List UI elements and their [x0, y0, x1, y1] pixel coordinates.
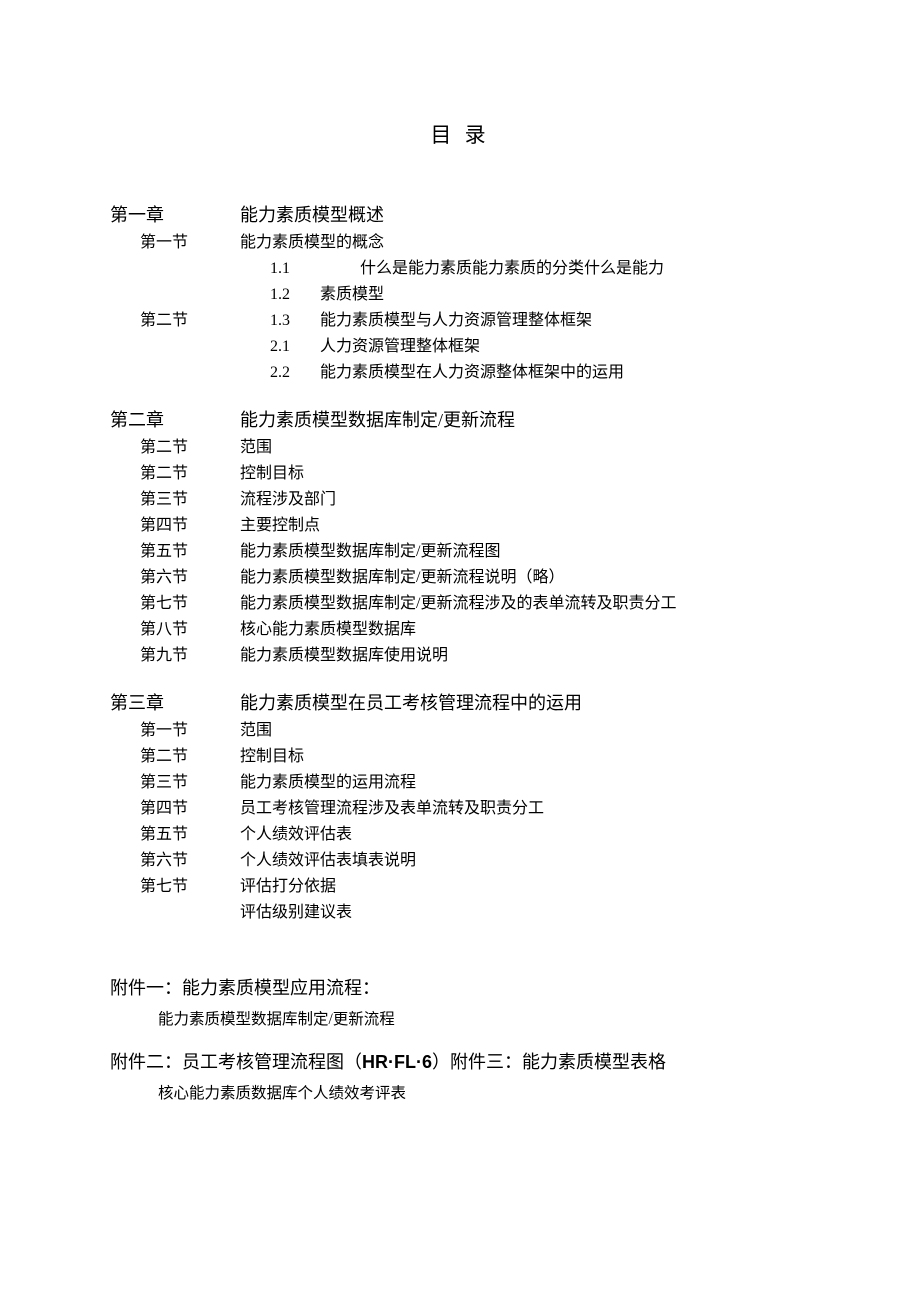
section-label: 第四节 — [140, 797, 240, 821]
section-label: 第一节 — [140, 719, 240, 743]
section-row: 第六节 个人绩效评估表填表说明 — [110, 849, 810, 873]
section-row: 第七节 能力素质模型数据库制定/更新流程涉及的表单流转及职责分工 — [110, 592, 810, 616]
section-row: 第八节 核心能力素质模型数据库 — [110, 618, 810, 642]
section-label: 第四节 — [140, 514, 240, 538]
section-text: 评估级别建议表 — [240, 901, 352, 925]
page-body: 目 录 第一章 能力素质模型概述 第一节 能力素质模型的概念 1.1 什么是能力… — [0, 0, 920, 1185]
section-row: 第一节 范围 — [110, 719, 810, 743]
section-label: 第七节 — [140, 592, 240, 616]
numbered-row: 1.2 素质模型 — [110, 283, 810, 307]
section-row: 第二节 控制目标 — [110, 745, 810, 769]
section-label: 第六节 — [140, 566, 240, 590]
number-text: 素质模型 — [320, 283, 384, 307]
section-label: 第六节 — [140, 849, 240, 873]
number-label: 2.2 — [270, 361, 320, 385]
section-row: 第一节 能力素质模型的概念 — [110, 231, 810, 255]
attachment-post: ）附件三：能力素质模型表格 — [432, 1052, 666, 1072]
number-text: 能力素质模型在人力资源整体框架中的运用 — [320, 361, 624, 385]
chapter-text: 能力素质模型在员工考核管理流程中的运用 — [240, 690, 582, 717]
section-row: 第二节 控制目标 — [110, 462, 810, 486]
section-text: 员工考核管理流程涉及表单流转及职责分工 — [240, 797, 544, 821]
attachment-sub: 核心能力素质数据库个人绩效考评表 — [158, 1082, 810, 1105]
section-label: 第八节 — [140, 618, 240, 642]
section-text: 能力素质模型的概念 — [240, 231, 384, 255]
section-text: 控制目标 — [240, 462, 304, 486]
section-row: 第二节 范围 — [110, 436, 810, 460]
section-text: 个人绩效评估表 — [240, 823, 352, 847]
attachment-line: 附件一：能力素质模型应用流程： — [110, 975, 810, 1002]
section-row: 第三节 流程涉及部门 — [110, 488, 810, 512]
chapter-label: 第三章 — [110, 690, 240, 717]
section-label: 第二节 — [140, 462, 240, 486]
section-row: 第四节 员工考核管理流程涉及表单流转及职责分工 — [110, 797, 810, 821]
section-text: 主要控制点 — [240, 514, 320, 538]
section-text: 评估打分依据 — [240, 875, 336, 899]
section-text: 能力素质模型数据库制定/更新流程说明（略） — [240, 566, 564, 590]
section-row: 第四节 主要控制点 — [110, 514, 810, 538]
number-label: 2.1 — [270, 335, 320, 359]
section-text: 范围 — [240, 719, 272, 743]
section-text: 范围 — [240, 436, 272, 460]
section-label: 第五节 — [140, 540, 240, 564]
section-text: 核心能力素质模型数据库 — [240, 618, 416, 642]
section-label: 第三节 — [140, 771, 240, 795]
attachment-bold: HR·FL·6 — [362, 1052, 432, 1072]
number-text: 能力素质模型与人力资源管理整体框架 — [320, 309, 592, 333]
section-row: 第五节 能力素质模型数据库制定/更新流程图 — [110, 540, 810, 564]
section-label: 第二节 — [140, 436, 240, 460]
section-text: 能力素质模型数据库使用说明 — [240, 644, 448, 668]
section-text: 能力素质模型数据库制定/更新流程涉及的表单流转及职责分工 — [240, 592, 676, 616]
chapter-label: 第二章 — [110, 407, 240, 434]
section-label: 第九节 — [140, 644, 240, 668]
section-label: 第三节 — [140, 488, 240, 512]
section-label: 第二节 — [140, 309, 240, 333]
section-row: 第五节 个人绩效评估表 — [110, 823, 810, 847]
number-label: 1.3 — [270, 309, 320, 333]
section-label: 第二节 — [140, 745, 240, 769]
attachment-line: 附件二：员工考核管理流程图（HR·FL·6）附件三：能力素质模型表格 — [110, 1049, 810, 1076]
toc-title: 目 录 — [110, 120, 810, 152]
section-text: 能力素质模型的运用流程 — [240, 771, 416, 795]
chapter-label: 第一章 — [110, 202, 240, 229]
section-label: 第一节 — [140, 231, 240, 255]
numbered-row: 1.1 什么是能力素质能力素质的分类什么是能力 — [110, 257, 810, 281]
attachment-pre: 附件二：员工考核管理流程图（ — [110, 1052, 362, 1072]
section-label: 第七节 — [140, 875, 240, 899]
section-label: 第五节 — [140, 823, 240, 847]
chapter-row: 第二章 能力素质模型数据库制定/更新流程 — [110, 407, 810, 434]
section-text: 个人绩效评估表填表说明 — [240, 849, 416, 873]
chapter-row: 第三章 能力素质模型在员工考核管理流程中的运用 — [110, 690, 810, 717]
spacer — [110, 925, 810, 945]
section-row: 第六节 能力素质模型数据库制定/更新流程说明（略） — [110, 566, 810, 590]
spacer — [110, 945, 810, 965]
spacer — [110, 385, 810, 405]
number-text: 什么是能力素质能力素质的分类什么是能力 — [360, 257, 664, 281]
chapter-text: 能力素质模型概述 — [240, 202, 384, 229]
section-text: 能力素质模型数据库制定/更新流程图 — [240, 540, 500, 564]
number-text: 人力资源管理整体框架 — [320, 335, 480, 359]
number-label: 1.1 — [270, 257, 320, 281]
section-row: 第三节 能力素质模型的运用流程 — [110, 771, 810, 795]
section-row: 第九节 能力素质模型数据库使用说明 — [110, 644, 810, 668]
section-text: 流程涉及部门 — [240, 488, 336, 512]
section-row: 第二节 1.3 能力素质模型与人力资源管理整体框架 — [110, 309, 810, 333]
numbered-row: 2.1 人力资源管理整体框架 — [110, 335, 810, 359]
section-row: 评估级别建议表 — [110, 901, 810, 925]
section-row: 第七节 评估打分依据 — [110, 875, 810, 899]
spacer — [110, 668, 810, 688]
chapter-text: 能力素质模型数据库制定/更新流程 — [240, 407, 515, 434]
section-text: 控制目标 — [240, 745, 304, 769]
number-label: 1.2 — [270, 283, 320, 307]
chapter-row: 第一章 能力素质模型概述 — [110, 202, 810, 229]
numbered-row: 2.2 能力素质模型在人力资源整体框架中的运用 — [110, 361, 810, 385]
attachment-sub: 能力素质模型数据库制定/更新流程 — [158, 1008, 810, 1031]
